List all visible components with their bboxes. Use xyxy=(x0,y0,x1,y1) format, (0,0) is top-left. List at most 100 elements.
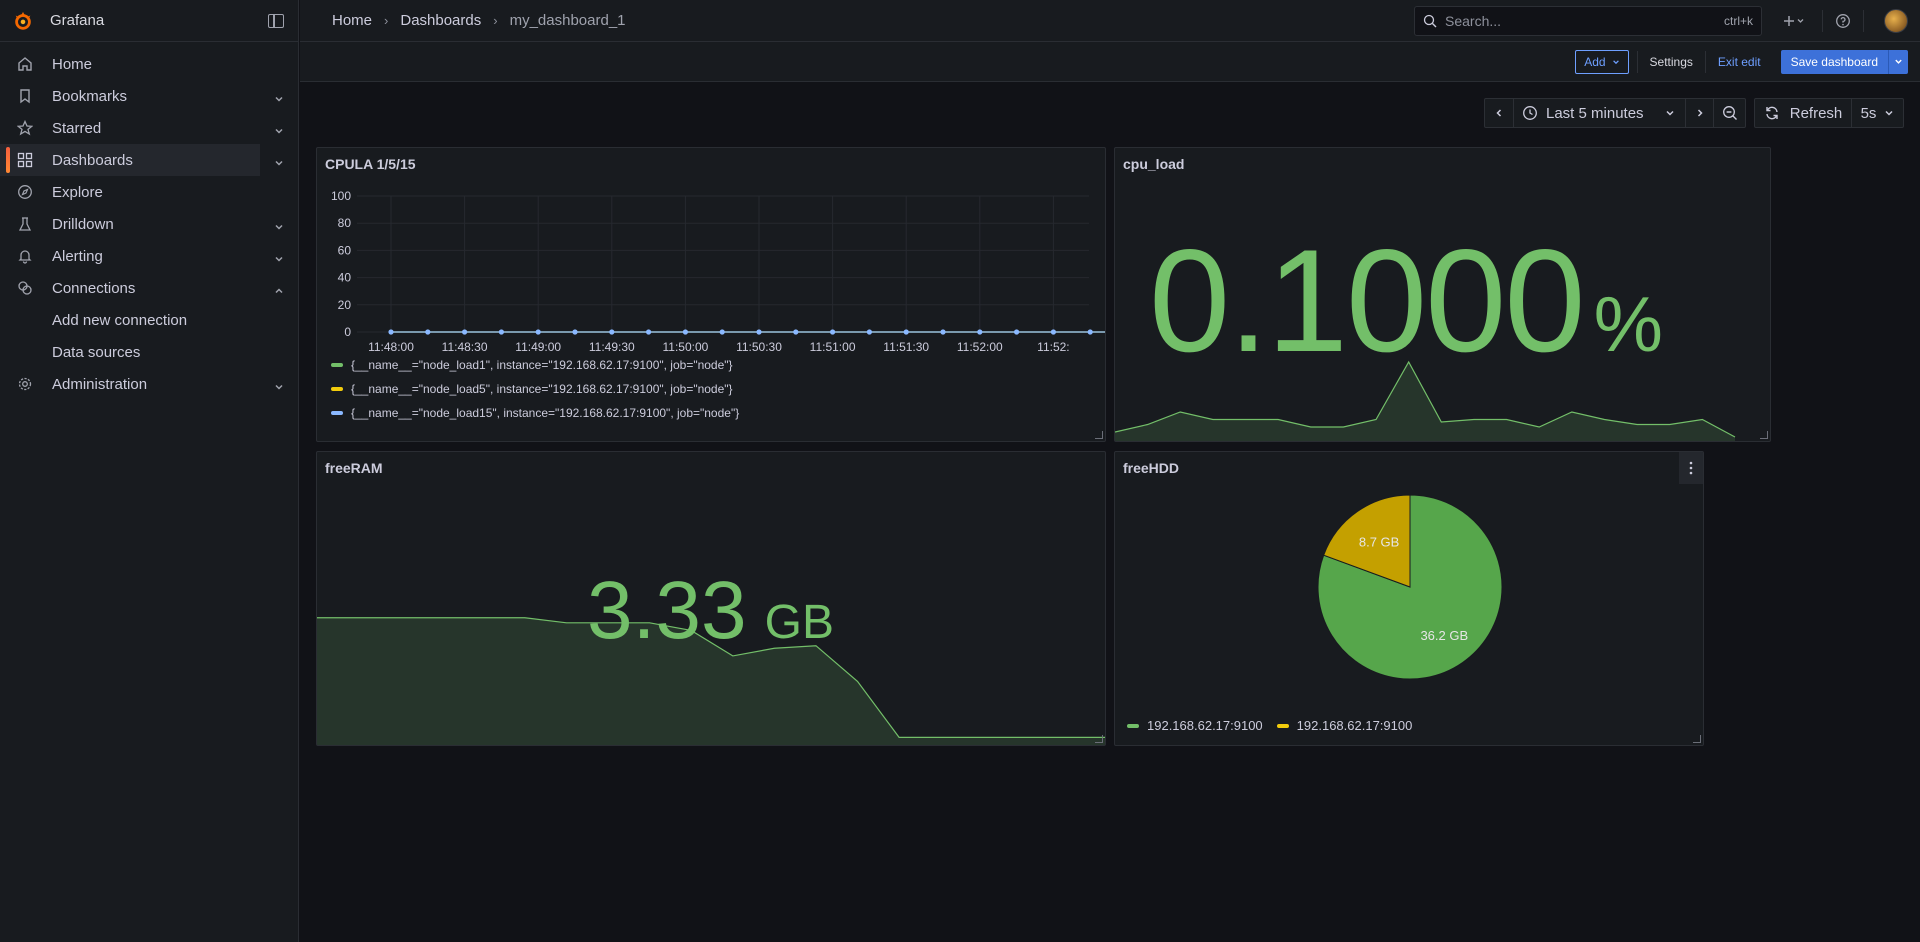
data-point xyxy=(1087,329,1093,335)
x-tick-label: 11:52:00 xyxy=(957,340,1003,354)
drilldown-icon xyxy=(16,215,34,233)
time-range-picker[interactable]: Last 5 minutes xyxy=(1513,99,1685,127)
sidebar-item-label: Dashboards xyxy=(52,151,133,169)
y-tick-label: 0 xyxy=(344,325,351,339)
y-tick-label: 60 xyxy=(338,243,352,257)
grafana-logo-icon[interactable] xyxy=(12,10,34,32)
data-point xyxy=(977,329,983,335)
chevron-down-icon[interactable] xyxy=(274,251,284,268)
sidebar-item-bookmarks[interactable]: Bookmarks xyxy=(0,80,300,112)
add-button[interactable]: Add xyxy=(1575,49,1629,74)
resize-handle[interactable] xyxy=(1095,431,1103,439)
data-point xyxy=(756,329,762,335)
panel-menu-button[interactable] xyxy=(1679,452,1703,484)
legend-swatch xyxy=(331,363,343,367)
time-picker-group: Last 5 minutes xyxy=(1484,98,1746,128)
freehdd-pie-chart[interactable]: 36.2 GB 8.7 GB xyxy=(1115,492,1704,702)
data-point xyxy=(609,329,615,335)
sidebar-item-alerting[interactable]: Alerting xyxy=(0,240,300,272)
legend-label: {__name__="node_load15", instance="192.1… xyxy=(351,406,740,420)
data-point xyxy=(940,329,946,335)
save-dashboard-button[interactable]: Save dashboard xyxy=(1780,49,1908,74)
time-forward-button[interactable] xyxy=(1685,99,1713,127)
chevron-down-icon[interactable] xyxy=(274,155,284,172)
sidebar-subitem-add-new-connection[interactable]: Add new connection xyxy=(0,304,298,336)
sidebar-item-label: Home xyxy=(52,55,93,73)
sidebar-item-label: Bookmarks xyxy=(52,87,128,105)
chevron-down-icon[interactable] xyxy=(274,91,284,108)
resize-handle[interactable] xyxy=(1760,431,1768,439)
save-dashboard-label: Save dashboard xyxy=(1790,54,1878,69)
chevron-down-icon xyxy=(1666,110,1674,116)
chevron-right-icon xyxy=(1697,109,1703,117)
refresh-label: Refresh xyxy=(1789,104,1843,122)
data-point xyxy=(498,329,504,335)
sidebar-item-home[interactable]: Home xyxy=(0,48,300,80)
legend-item[interactable]: {__name__="node_load15", instance="192.1… xyxy=(331,406,739,420)
panel-freeram[interactable]: freeRAM 3.33 GB xyxy=(316,451,1106,746)
chevron-down-icon xyxy=(1895,59,1902,64)
chevron-down-icon[interactable] xyxy=(274,123,284,140)
stat-unit: GB xyxy=(764,596,834,649)
legend-item[interactable]: 192.168.62.17:9100 xyxy=(1127,718,1263,733)
time-controls: Last 5 minutes Refresh 5s xyxy=(1484,98,1904,128)
dashboards-icon xyxy=(16,151,34,169)
chevron-down-icon[interactable] xyxy=(274,379,284,396)
plus-icon xyxy=(1784,15,1804,26)
time-range-label: Last 5 minutes xyxy=(1546,104,1644,122)
sidebar-item-administration[interactable]: Administration xyxy=(0,368,300,400)
help-button[interactable] xyxy=(1833,7,1853,35)
zoom-out-icon xyxy=(1722,106,1737,120)
legend-item[interactable]: {__name__="node_load5", instance="192.16… xyxy=(331,382,733,396)
panel-title: CPULA 1/5/15 xyxy=(325,156,416,172)
data-point xyxy=(388,329,394,335)
breadcrumb-dashboards[interactable]: Dashboards xyxy=(400,12,481,29)
legend-swatch xyxy=(1276,723,1289,728)
legend-item[interactable]: 192.168.62.17:9100 xyxy=(1276,718,1412,733)
legend-item[interactable]: {__name__="node_load1", instance="192.16… xyxy=(331,358,733,372)
add-button-label: Add xyxy=(1584,54,1606,69)
divider xyxy=(1822,9,1823,32)
sidebar-item-label: Starred xyxy=(52,119,102,137)
compass-icon xyxy=(16,183,34,201)
refresh-group: Refresh 5s xyxy=(1754,98,1904,128)
sidebar-item-connections[interactable]: Connections xyxy=(0,272,300,304)
panel-cpula[interactable]: CPULA 1/5/15 0 20 40 60 80 100 11:48:00 11:48:3… xyxy=(316,147,1106,442)
help-icon xyxy=(1836,13,1850,28)
sidebar-item-explore[interactable]: Explore xyxy=(0,176,300,208)
new-menu-button[interactable] xyxy=(1776,7,1812,35)
search-input[interactable]: Search... ctrl+k xyxy=(1414,5,1762,36)
sidebar-nav: Home Bookmarks Starred Dashboards Explor… xyxy=(0,42,298,400)
sidebar-subitem-data-sources[interactable]: Data sources xyxy=(0,336,298,368)
connections-icon xyxy=(16,279,34,297)
time-back-button[interactable] xyxy=(1485,99,1513,127)
exit-edit-button[interactable]: Exit edit xyxy=(1706,55,1773,69)
zoom-out-button[interactable] xyxy=(1713,99,1745,127)
refresh-button[interactable]: Refresh xyxy=(1755,99,1851,127)
resize-handle[interactable] xyxy=(1095,735,1103,743)
data-point xyxy=(793,329,799,335)
dock-menu-icon[interactable] xyxy=(268,13,284,28)
refresh-interval-picker[interactable]: 5s xyxy=(1851,99,1903,127)
panel-freehdd[interactable]: freeHDD 36.2 GB 8.7 GB 192.168.62.17:9100… xyxy=(1114,451,1704,746)
sidebar-item-drilldown[interactable]: Drilldown xyxy=(0,208,300,240)
y-tick-label: 40 xyxy=(338,271,352,285)
avatar[interactable] xyxy=(1884,8,1908,33)
sidebar-item-dashboards[interactable]: Dashboards xyxy=(0,144,283,176)
sidebar-item-starred[interactable]: Starred xyxy=(0,112,300,144)
panel-cpu-load[interactable]: cpu_load 0.1000% xyxy=(1114,147,1771,442)
x-tick-label: 11:48:30 xyxy=(442,340,488,354)
save-options-button[interactable] xyxy=(1888,49,1908,74)
star-icon xyxy=(16,119,34,137)
sidebar-item-label: Alerting xyxy=(52,247,103,265)
x-tick-label: 11:48:00 xyxy=(368,340,414,354)
chevron-down-icon xyxy=(1885,110,1893,116)
x-tick-label: 11:52: xyxy=(1037,340,1069,354)
stat-value: 0.1000 xyxy=(1149,219,1586,382)
breadcrumb-home[interactable]: Home xyxy=(332,12,372,29)
chevron-down-icon[interactable] xyxy=(274,219,284,236)
chevron-up-icon[interactable] xyxy=(274,283,284,300)
settings-button[interactable]: Settings xyxy=(1638,55,1705,69)
breadcrumb: Home › Dashboards › my_dashboard_1 xyxy=(300,12,1414,29)
resize-handle[interactable] xyxy=(1693,735,1701,743)
